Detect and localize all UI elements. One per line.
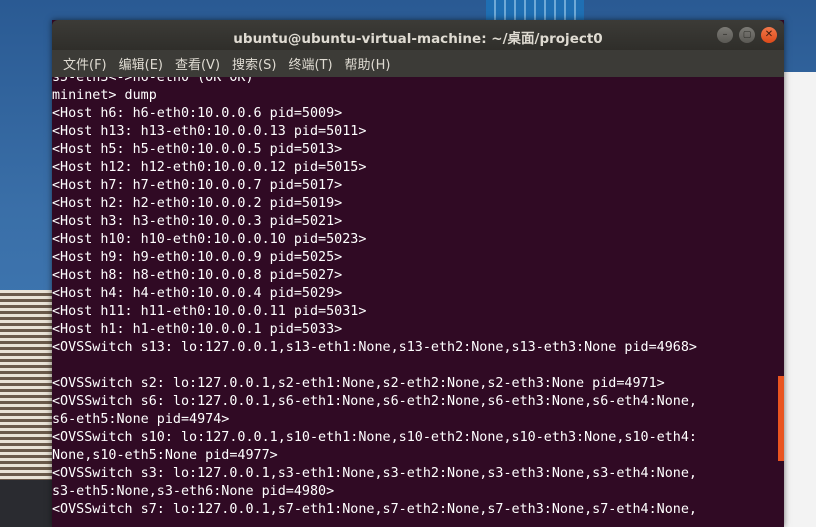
terminal-line: <Host h2: h2-eth0:10.0.0.2 pid=5019> — [52, 196, 343, 211]
window-titlebar[interactable]: ubuntu@ubuntu-virtual-machine: ~/桌面/proj… — [52, 20, 784, 50]
menu-terminal[interactable]: 终端(T) — [282, 54, 338, 73]
terminal-line: <Host h12: h12-eth0:10.0.0.12 pid=5015> — [52, 160, 367, 175]
close-icon: ✕ — [764, 29, 774, 40]
terminal-line: <Host h7: h7-eth0:10.0.0.7 pid=5017> — [52, 178, 343, 193]
terminal-line: <OVSSwitch s3: lo:127.0.0.1,s3-eth1:None… — [52, 466, 697, 481]
terminal-line: s6-eth5:None pid=4974> — [52, 412, 230, 427]
terminal-line: <OVSSwitch s13: lo:127.0.0.1,s13-eth1:No… — [52, 340, 697, 355]
menu-edit[interactable]: 编辑(E) — [113, 54, 169, 73]
terminal-line: None,s10-eth5:None pid=4977> — [52, 448, 278, 463]
terminal-line: s3-eth5:None,s3-eth6:None pid=4980> — [52, 484, 335, 499]
terminal-line: <Host h9: h9-eth0:10.0.0.9 pid=5025> — [52, 250, 343, 265]
terminal-line: <OVSSwitch s2: lo:127.0.0.1,s2-eth1:None… — [52, 376, 665, 391]
terminal-line: <Host h8: h8-eth0:10.0.0.8 pid=5027> — [52, 268, 343, 283]
terminal-line: <Host h5: h5-eth0:10.0.0.5 pid=5013> — [52, 142, 343, 157]
menubar: 文件(F) 编辑(E) 查看(V) 搜索(S) 终端(T) 帮助(H) — [52, 50, 784, 77]
terminal-line: s5-eth3<->h6-eth0 (OK OK) — [52, 77, 254, 85]
menu-help[interactable]: 帮助(H) — [339, 54, 397, 73]
terminal-line: <Host h4: h4-eth0:10.0.0.4 pid=5029> — [52, 286, 343, 301]
wallpaper-building-left-base — [0, 480, 52, 527]
window-title: ubuntu@ubuntu-virtual-machine: ~/桌面/proj… — [233, 31, 603, 47]
terminal-line: <Host h3: h3-eth0:10.0.0.3 pid=5021> — [52, 214, 343, 229]
terminal-line: <Host h6: h6-eth0:10.0.0.6 pid=5009> — [52, 106, 343, 121]
terminal-scrollbar[interactable] — [776, 77, 784, 527]
terminal-line: <Host h11: h11-eth0:10.0.0.11 pid=5031> — [52, 304, 367, 319]
terminal-line: <OVSSwitch s7: lo:127.0.0.1,s7-eth1:None… — [52, 502, 697, 517]
menu-search[interactable]: 搜索(S) — [226, 54, 282, 73]
terminal-line: <OVSSwitch s10: lo:127.0.0.1,s10-eth1:No… — [52, 430, 697, 445]
wallpaper-building-right — [784, 72, 816, 527]
terminal-line: mininet> dump — [52, 88, 157, 103]
terminal-line: <Host h10: h10-eth0:10.0.0.10 pid=5023> — [52, 232, 367, 247]
terminal-window: ubuntu@ubuntu-virtual-machine: ~/桌面/proj… — [52, 20, 784, 527]
scrollbar-thumb[interactable] — [778, 376, 784, 461]
terminal-line: <Host h1: h1-eth0:10.0.0.1 pid=5033> — [52, 322, 343, 337]
menu-file[interactable]: 文件(F) — [57, 54, 113, 73]
window-controls: – ▢ ✕ — [717, 27, 777, 43]
terminal-line: <OVSSwitch s6: lo:127.0.0.1,s6-eth1:None… — [52, 394, 697, 409]
wallpaper-building-top — [486, 0, 584, 20]
minimize-button[interactable]: – — [717, 27, 733, 43]
minimize-icon: – — [722, 29, 728, 40]
terminal-output[interactable]: s5-eth3<->h6-eth0 (OK OK) mininet> dump … — [52, 77, 776, 527]
terminal-line: <Host h13: h13-eth0:10.0.0.13 pid=5011> — [52, 124, 367, 139]
maximize-icon: ▢ — [742, 29, 752, 40]
close-button[interactable]: ✕ — [761, 27, 777, 43]
maximize-button[interactable]: ▢ — [739, 27, 755, 43]
menu-view[interactable]: 查看(V) — [169, 54, 226, 73]
